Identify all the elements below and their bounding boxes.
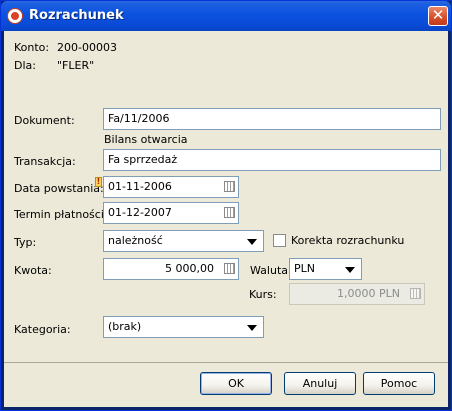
korekta-checkbox[interactable] xyxy=(273,234,286,247)
chevron-down-icon[interactable] xyxy=(247,325,257,331)
ok-button[interactable]: OK xyxy=(200,372,272,395)
calculator-icon[interactable] xyxy=(224,263,235,274)
transakcja-input[interactable]: Fa sprrzedaż xyxy=(103,149,441,171)
chevron-down-icon[interactable] xyxy=(247,239,257,245)
dialog-body: Konto: 200-00003 Dla: "FLER" Dokument: F… xyxy=(4,31,448,362)
termin-input[interactable]: 01-12-2007 xyxy=(103,202,239,224)
waluta-value: PLN xyxy=(294,262,315,275)
button-bar: OK Anuluj Pomoc xyxy=(4,362,448,407)
close-button[interactable]: ✕ xyxy=(428,6,448,26)
calendar-icon[interactable] xyxy=(224,207,235,218)
korekta-label: Korekta rozrachunku xyxy=(291,234,405,247)
window-title: Rozrachunek xyxy=(29,8,124,23)
kategoria-value: (brak) xyxy=(108,320,142,333)
termin-label: Termin płatności: xyxy=(14,208,108,221)
app-icon xyxy=(7,8,23,24)
typ-value: należność xyxy=(108,234,163,247)
kategoria-select[interactable]: (brak) xyxy=(103,316,264,338)
cancel-button[interactable]: Anuluj xyxy=(284,372,356,395)
kurs-input: 1,0000 PLN xyxy=(289,283,425,305)
kwota-label: Kwota: xyxy=(14,264,52,277)
typ-label: Typ: xyxy=(14,236,37,249)
calculator-icon xyxy=(410,288,421,299)
dokument-hint: Bilans otwarcia xyxy=(104,133,188,146)
warning-icon: ! xyxy=(95,177,102,187)
kwota-value: 5 000,00 xyxy=(165,262,214,275)
kategoria-label: Kategoria: xyxy=(14,323,71,336)
data-powstania-input[interactable]: 01-11-2006 xyxy=(103,176,239,198)
kurs-value: 1,0000 PLN xyxy=(337,287,400,300)
konto-value: 200-00003 xyxy=(57,41,117,54)
typ-select[interactable]: należność xyxy=(103,230,264,252)
dla-value: "FLER" xyxy=(57,59,95,72)
chevron-down-icon[interactable] xyxy=(345,267,355,273)
help-button[interactable]: Pomoc xyxy=(363,372,435,395)
konto-label: Konto: xyxy=(14,41,50,54)
dokument-input[interactable]: Fa/11/2006 xyxy=(103,108,441,130)
title-bar[interactable]: Rozrachunek ✕ xyxy=(1,1,451,31)
waluta-select[interactable]: PLN xyxy=(289,258,362,280)
data-powstania-value: 01-11-2006 xyxy=(108,180,172,193)
dla-label: Dla: xyxy=(14,59,36,72)
waluta-label: Waluta: xyxy=(250,264,292,277)
calendar-icon[interactable] xyxy=(224,181,235,192)
kurs-label: Kurs: xyxy=(249,288,277,301)
transakcja-label: Transakcja: xyxy=(14,155,76,168)
termin-value: 01-12-2007 xyxy=(108,206,172,219)
dokument-label: Dokument: xyxy=(14,114,75,127)
data-powstania-label: Data powstania: xyxy=(14,182,104,195)
dialog-window: Rozrachunek ✕ Konto: 200-00003 Dla: "FLE… xyxy=(0,0,452,411)
kwota-input[interactable]: 5 000,00 xyxy=(103,258,239,280)
